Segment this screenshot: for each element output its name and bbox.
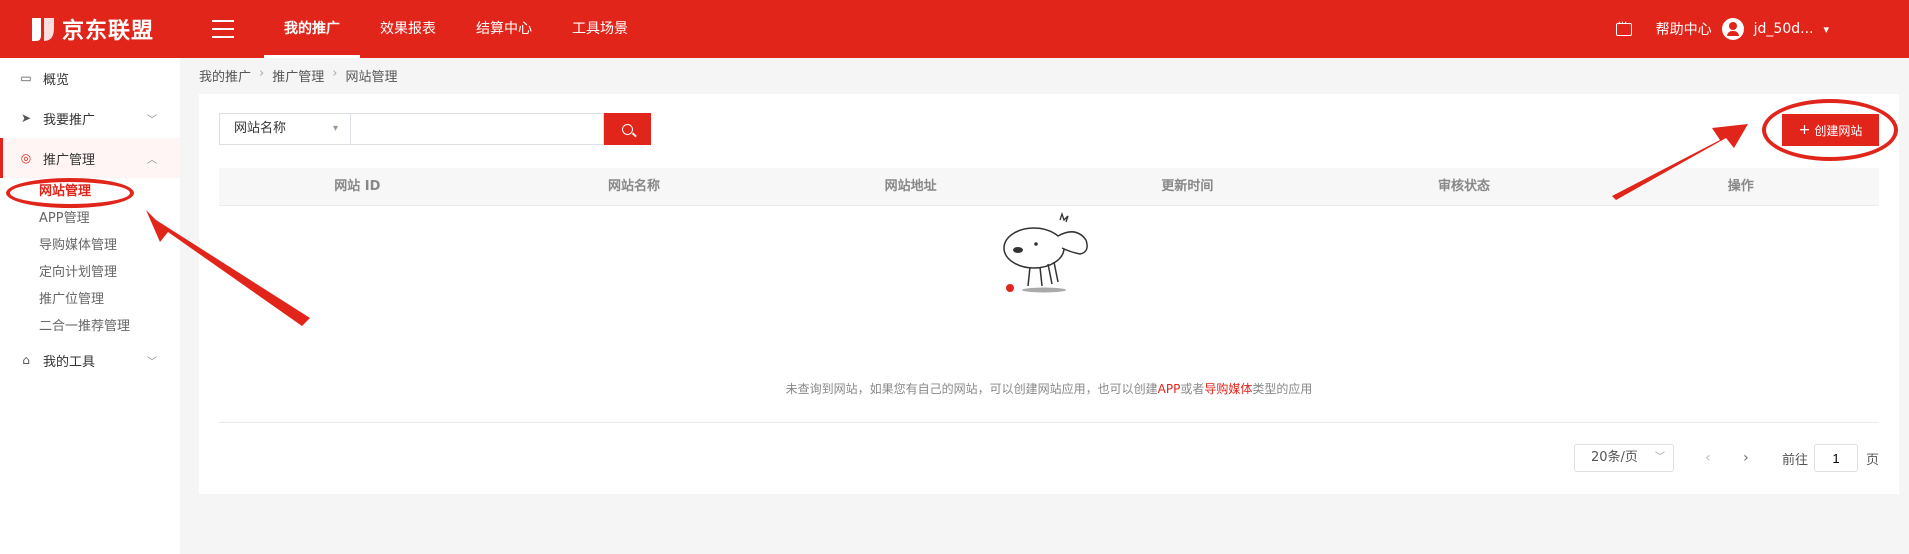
sidebar-item-overview[interactable]: ▭ 概览 [0, 58, 180, 98]
column-header: 更新时间 [1161, 179, 1214, 194]
empty-text-part: 或者 [1180, 382, 1205, 396]
search-icon [622, 123, 633, 135]
sidebar-item-my-tools[interactable]: ⌂ 我的工具 ﹀ [0, 340, 180, 380]
target-icon: ◎ [20, 151, 32, 165]
nav-my-promotion[interactable]: 我的推广 [264, 0, 360, 58]
toolbox-icon: ⌂ [22, 353, 30, 367]
sidebar-sub-app[interactable]: APP管理 [0, 205, 180, 232]
chevron-down-icon[interactable]: ▾ [1823, 23, 1829, 36]
top-nav: 我的推广 效果报表 结算中心 工具场景 [264, 0, 648, 58]
create-media-link[interactable]: 导购媒体 [1204, 382, 1252, 396]
create-website-button[interactable]: + 创建网站 [1782, 114, 1879, 146]
empty-state-dog-illustration [1003, 212, 1088, 293]
sidebar-sub-media[interactable]: 导购媒体管理 [0, 232, 180, 259]
sidebar: ▭ 概览 ➤ 我要推广 ﹀ ◎ 推广管理 ︿ 网站管理 APP管理 导购媒体管理… [0, 58, 180, 554]
search-select-value: 网站名称 [234, 121, 287, 136]
column-header: 操作 [1727, 179, 1754, 194]
sidebar-item-label: 推广管理 [43, 152, 96, 168]
create-app-link[interactable]: APP [1158, 382, 1181, 396]
search-button[interactable] [604, 113, 651, 145]
breadcrumb-item[interactable]: 我的推广 [199, 66, 251, 85]
search-field-select[interactable]: 网站名称 ▾ [219, 113, 350, 145]
chevron-down-icon: ﹀ [1654, 452, 1665, 463]
nav-tools[interactable]: 工具场景 [552, 0, 648, 58]
sidebar-item-label: 我的工具 [43, 354, 96, 370]
top-header: 京东联盟 我的推广 效果报表 结算中心 工具场景 帮助中心 jd_50d... … [0, 0, 1909, 58]
message-icon[interactable] [1615, 18, 1632, 36]
sidebar-item-promo-management[interactable]: ◎ 推广管理 ︿ [0, 138, 180, 178]
send-icon: ➤ [20, 111, 32, 125]
chevron-down-icon: ▾ [332, 123, 338, 134]
chevron-down-icon: ﹀ [147, 114, 157, 126]
pagination: 20条/页 ﹀ ‹ › 前往 页 [1573, 444, 1879, 472]
create-website-label: 创建网站 [1814, 123, 1863, 138]
column-header: 网站 ID [334, 179, 381, 194]
breadcrumb-separator-icon: › [259, 66, 265, 81]
column-header: 网站地址 [884, 179, 937, 194]
avatar[interactable] [1721, 18, 1744, 40]
breadcrumb-separator-icon: › [332, 66, 338, 81]
prev-page-icon[interactable]: ‹ [1694, 444, 1722, 472]
breadcrumb-item[interactable]: 推广管理 [272, 66, 324, 85]
empty-state-message: 未查询到网站，如果您有自己的网站，可以创建网站应用，也可以创建APP或者导购媒体… [199, 380, 1899, 397]
chevron-down-icon: ﹀ [147, 356, 157, 368]
goto-label: 前往 [1781, 452, 1808, 468]
nav-reports[interactable]: 效果报表 [360, 0, 456, 58]
sidebar-item-label: 概览 [43, 72, 70, 88]
breadcrumb: 我的推广 › 推广管理 › 网站管理 [199, 66, 397, 85]
menu-toggle-icon[interactable] [212, 20, 234, 38]
goto-page-input[interactable] [1813, 444, 1858, 472]
sidebar-item-promote[interactable]: ➤ 我要推广 ﹀ [0, 98, 180, 138]
sidebar-sub-recommend[interactable]: 二合一推荐管理 [0, 313, 180, 340]
page-unit-label: 页 [1865, 452, 1879, 468]
main-panel: 网站名称 ▾ + 创建网站 网站 ID 网站名称 网站地址 更新时间 审核状态 … [199, 94, 1899, 494]
chevron-up-icon: ︿ [147, 154, 157, 166]
sidebar-sub-plan[interactable]: 定向计划管理 [0, 259, 180, 286]
jd-union-logo[interactable]: 京东联盟 [28, 13, 154, 45]
help-center-link[interactable]: 帮助中心 [1656, 19, 1712, 39]
table-header: 网站 ID 网站名称 网站地址 更新时间 审核状态 操作 [219, 168, 1879, 206]
page-size-value: 20条/页 [1590, 450, 1638, 465]
next-page-icon[interactable]: › [1732, 444, 1760, 472]
empty-text-part: 类型的应用 [1252, 382, 1313, 396]
sidebar-item-label: 我要推广 [43, 112, 96, 128]
sidebar-sub-website[interactable]: 网站管理 [0, 178, 180, 205]
username[interactable]: jd_50d... [1754, 21, 1814, 37]
logo-text: 京东联盟 [62, 19, 155, 44]
plus-icon: + [1798, 122, 1811, 138]
header-right: 帮助中心 jd_50d... ▾ [1615, 0, 1829, 58]
empty-text-part: 未查询到网站，如果您有自己的网站，可以创建网站应用，也可以创建 [785, 382, 1158, 396]
sidebar-sub-position[interactable]: 推广位管理 [0, 286, 180, 313]
column-header: 网站名称 [608, 179, 661, 194]
breadcrumb-current: 网站管理 [345, 70, 398, 85]
search-input[interactable] [350, 113, 604, 145]
monitor-icon: ▭ [20, 71, 32, 85]
nav-settlement[interactable]: 结算中心 [456, 0, 552, 58]
column-header: 审核状态 [1438, 179, 1491, 194]
table-divider [219, 422, 1879, 423]
logo-mark-icon [28, 14, 58, 44]
page-size-select[interactable]: 20条/页 ﹀ [1573, 444, 1674, 472]
